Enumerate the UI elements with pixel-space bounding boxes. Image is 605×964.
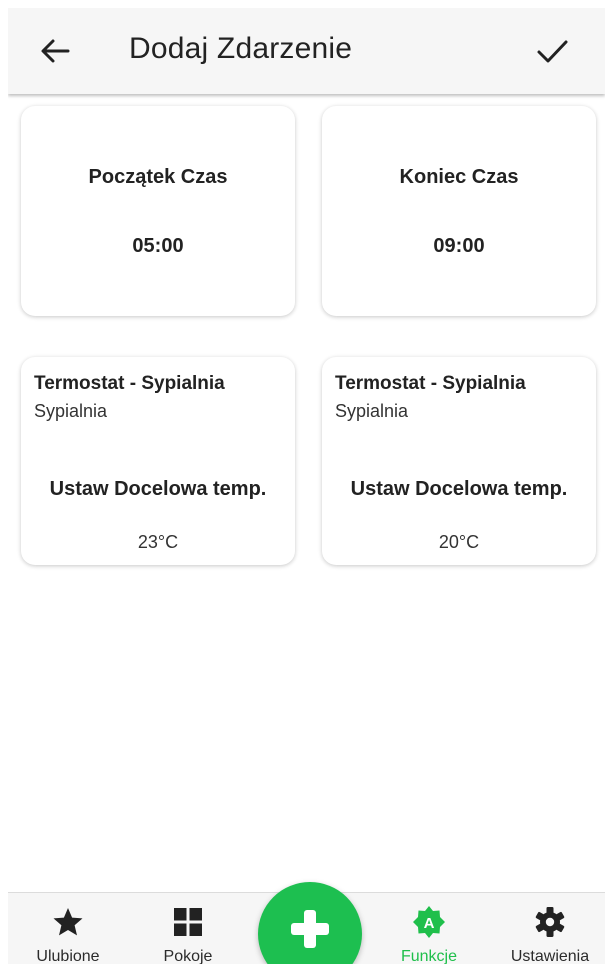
gear-icon	[535, 907, 565, 937]
nav-label: Ulubione	[36, 948, 100, 964]
device-name: Termostat - Sypialnia	[335, 373, 526, 394]
device-name: Termostat - Sypialnia	[34, 373, 225, 394]
check-icon	[537, 40, 568, 63]
nav-item-funkcje[interactable]: A Funkcje	[374, 893, 484, 964]
end-time-label: Koniec Czas	[399, 166, 519, 188]
device-action: Ustaw Docelowa temp.	[350, 478, 568, 500]
device-room: Sypialnia	[34, 401, 108, 421]
nav-label: Funkcje	[400, 948, 458, 964]
nav-label: Ustawienia	[510, 948, 590, 964]
start-time-card[interactable]: Początek Czas 05:00	[21, 106, 295, 316]
device-card[interactable]: Termostat - Sypialnia Sypialnia Ustaw Do…	[322, 357, 596, 565]
device-card[interactable]: Termostat - Sypialnia Sypialnia Ustaw Do…	[21, 357, 295, 565]
nav-item-pokoje[interactable]: Pokoje	[133, 893, 243, 964]
plus-icon	[291, 910, 329, 948]
grid-icon	[174, 908, 202, 936]
arrow-left-icon	[41, 39, 70, 63]
star-icon	[53, 908, 83, 936]
device-value: 23°C	[137, 532, 179, 552]
confirm-button[interactable]	[534, 34, 570, 68]
nav-item-ustawienia[interactable]: Ustawienia	[495, 893, 605, 964]
device-action: Ustaw Docelowa temp.	[49, 478, 267, 500]
svg-text:A: A	[424, 915, 435, 932]
start-time-label: Początek Czas	[88, 166, 228, 188]
device-room: Sypialnia	[335, 401, 409, 421]
end-time-card[interactable]: Koniec Czas 09:00	[322, 106, 596, 316]
nav-label: Pokoje	[163, 948, 213, 964]
back-button[interactable]	[38, 34, 72, 68]
app-bar: Dodaj Zdarzenie	[8, 8, 605, 94]
nav-item-ulubione[interactable]: Ulubione	[13, 893, 123, 964]
end-time-value: 09:00	[433, 235, 485, 257]
page-title: Dodaj Zdarzenie	[129, 32, 353, 65]
screen: Dodaj Zdarzenie Początek Czas 05:00 Koni…	[8, 8, 605, 964]
start-time-value: 05:00	[132, 235, 184, 257]
automation-icon: A	[413, 906, 445, 938]
device-value: 20°C	[438, 532, 480, 552]
